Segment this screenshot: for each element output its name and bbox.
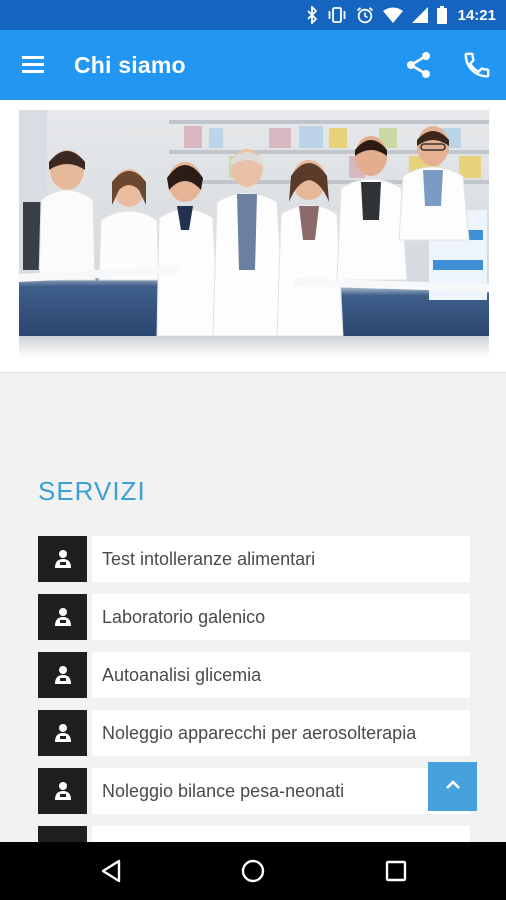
vibrate-icon: [327, 6, 347, 24]
hero-section: [0, 100, 506, 373]
pharmacist-icon: [38, 652, 87, 698]
service-item[interactable]: Laboratorio galenico: [38, 594, 470, 640]
pharmacist-icon: [38, 594, 87, 640]
battery-icon: [436, 6, 447, 24]
service-label: Autoanalisi glicemia: [92, 652, 470, 698]
status-icons: 14:21: [306, 5, 496, 25]
service-label: Noleggio bilance pesa-neonati: [92, 768, 470, 814]
pharmacist-icon: [38, 768, 87, 814]
recents-icon[interactable]: [381, 856, 411, 886]
service-item[interactable]: Test intolleranze alimentari: [38, 536, 470, 582]
alarm-icon: [356, 6, 374, 24]
system-nav-bar: [0, 842, 506, 900]
pharmacy-team-photo: [19, 110, 489, 336]
chevron-up-icon: [445, 778, 461, 796]
service-item[interactable]: Noleggio bilance pesa-neonati: [38, 768, 470, 814]
app-bar: Chi siamo: [0, 30, 506, 100]
phone-icon[interactable]: [462, 50, 492, 80]
services-heading: SERVIZI: [38, 476, 146, 506]
service-item[interactable]: Autoanalisi glicemia: [38, 652, 470, 698]
service-item[interactable]: Noleggio apparecchi per aerosolterapia: [38, 710, 470, 756]
bluetooth-icon: [306, 6, 318, 24]
service-label: Test intolleranze alimentari: [92, 536, 470, 582]
service-label: Noleggio apparecchi per aerosolterapia: [92, 710, 470, 756]
service-label: Laboratorio galenico: [92, 594, 470, 640]
scroll-top-button[interactable]: [428, 762, 477, 811]
pharmacist-icon: [38, 710, 87, 756]
share-icon[interactable]: [404, 50, 434, 80]
back-icon[interactable]: [96, 856, 126, 886]
wifi-icon: [382, 7, 403, 23]
page-title: Chi siamo: [74, 52, 186, 78]
menu-icon[interactable]: [20, 52, 48, 78]
photo-shadow: [19, 336, 489, 358]
signal-icon: [411, 7, 428, 23]
pharmacist-icon: [38, 536, 87, 582]
home-icon[interactable]: [238, 856, 268, 886]
status-bar: 14:21: [0, 0, 506, 30]
clock-time: 14:21: [457, 6, 496, 24]
